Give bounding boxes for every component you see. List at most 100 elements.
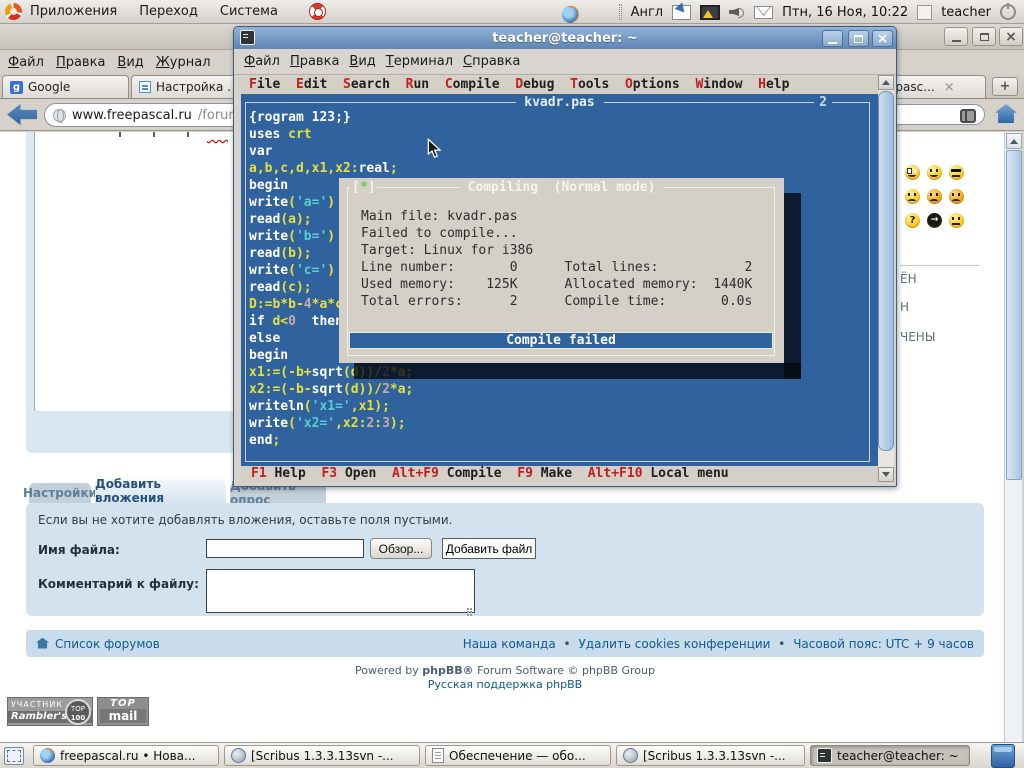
browse-button[interactable]: Обзор...	[370, 538, 432, 559]
status-make[interactable]: F9 Make	[517, 466, 572, 481]
smiley-arrow-icon[interactable]	[927, 213, 942, 228]
ide-menu-search[interactable]: Search	[343, 77, 390, 92]
clock[interactable]: Птн, 16 Ноя, 10:22	[782, 5, 908, 20]
comment-textarea[interactable]	[206, 569, 475, 613]
user-switcher-icon[interactable]	[917, 5, 932, 20]
terminal-scrollbar[interactable]	[878, 75, 894, 482]
divider	[900, 265, 980, 266]
terminal-menu-Вид[interactable]: Вид	[349, 54, 375, 69]
firefox-launcher-icon[interactable]	[562, 6, 579, 23]
user-name[interactable]: teacher	[941, 5, 991, 20]
rambler-top100-badge[interactable]: УЧАСТНИК Rambler's TOP100	[7, 697, 93, 726]
terminal-maximize-button[interactable]	[848, 30, 869, 47]
terminal-menu-Справка[interactable]: Справка	[463, 54, 520, 69]
ide-menu-tools[interactable]: Tools	[570, 77, 609, 92]
maximize-icon	[854, 35, 863, 43]
keyboard-layout-indicator[interactable]: Англ	[631, 5, 664, 20]
ide-menu-file[interactable]: File	[249, 77, 280, 92]
ide-menu-window[interactable]: Window	[695, 77, 742, 92]
firefox-minimize-button[interactable]	[944, 27, 968, 46]
remote-desktop-icon[interactable]	[672, 5, 691, 20]
volume-icon[interactable]	[729, 5, 745, 19]
smiley-mad-icon[interactable]	[905, 189, 920, 204]
trash-icon[interactable]	[991, 744, 1015, 768]
forum-list-link[interactable]: Список форумов	[55, 637, 160, 651]
terminal-menu-Файл[interactable]: Файл	[244, 54, 280, 69]
dialog-marker[interactable]: [*]	[350, 180, 377, 195]
terminal-menu-Правка[interactable]: Правка	[290, 54, 339, 69]
tab-google[interactable]: g Google	[2, 75, 129, 98]
team-link[interactable]: Наша команда	[463, 637, 556, 651]
ide-menu-run[interactable]: Run	[406, 77, 429, 92]
taskbar-button[interactable]: Обеспечение — обо...	[425, 745, 611, 766]
ide-menu-edit[interactable]: Edit	[296, 77, 327, 92]
scrollbar-thumb[interactable]	[1006, 150, 1022, 480]
panel-menu-Система[interactable]: Система	[220, 4, 278, 19]
status-open[interactable]: F3 Open	[321, 466, 376, 481]
close-tab-icon[interactable]: ×	[944, 80, 955, 95]
page-scrollbar[interactable]	[1004, 132, 1022, 762]
add-file-button[interactable]: Добавить файл	[442, 538, 536, 559]
smiley-eek-icon[interactable]	[905, 165, 920, 180]
ide-menu-compile[interactable]: Compile	[445, 77, 500, 92]
terminal-close-button[interactable]	[872, 30, 893, 47]
terminal-titlebar[interactable]: teacher@teacher: ~	[234, 27, 896, 49]
smiley-evil-icon[interactable]	[927, 189, 942, 204]
smiley-neutral-icon[interactable]	[949, 213, 964, 228]
code-line: uses crt	[249, 126, 413, 143]
firefox-menu-Журнал[interactable]: Журнал	[156, 55, 211, 70]
panel-menu-Переход[interactable]: Переход	[139, 4, 198, 19]
firefox-close-button[interactable]	[999, 27, 1023, 46]
smiley-question-icon[interactable]	[905, 213, 920, 228]
firefox-menu-Вид[interactable]: Вид	[117, 55, 143, 70]
taskbar-button[interactable]: teacher@teacher: ~	[810, 745, 970, 766]
editor-window-number: 2	[814, 95, 832, 110]
ide-menu-options[interactable]: Options	[625, 77, 680, 92]
terminal-menu-Терминал[interactable]: Терминал	[386, 54, 453, 69]
scroll-up-button[interactable]	[878, 75, 894, 90]
desktop: ФайлПравкаВидЖурнал g Google Настройка .…	[0, 0, 1024, 768]
terminal-minimize-button[interactable]	[822, 30, 843, 47]
forum-home-icon	[36, 638, 49, 649]
new-tab-button[interactable]: +	[992, 77, 1018, 96]
scroll-down-button[interactable]	[878, 467, 894, 482]
show-desktop-button[interactable]	[4, 747, 24, 765]
ide-editor[interactable]: kvadr.pas 2 {rogram 123;}uses crtvara,b,…	[241, 94, 878, 466]
firefox-maximize-button[interactable]	[972, 27, 996, 46]
firefox-menu-Правка[interactable]: Правка	[56, 55, 105, 70]
ide-statusbar: F1 Help F3 Open Alt+F9 Compile F9 Make Alt+F…	[241, 466, 878, 482]
terminal-screen[interactable]: File Edit Search Run Compile Debug Tools Option…	[241, 75, 878, 482]
ide-menu-debug[interactable]: Debug	[515, 77, 554, 92]
status-compile[interactable]: Alt+F9 Compile	[392, 466, 502, 481]
taskbar-button[interactable]: freepascal.ru • Нова...	[33, 745, 219, 766]
delete-cookies-link[interactable]: Удалить cookies конференции	[578, 637, 770, 651]
display-warning-icon[interactable]	[700, 5, 720, 20]
ubuntu-logo-icon[interactable]	[5, 3, 22, 20]
top-mail-badge[interactable]: TOP mail	[97, 697, 149, 726]
taskbar-button[interactable]: [Scribus 1.3.3.13svn -...	[616, 745, 805, 766]
status-local-menu[interactable]: Alt+F10 Local menu	[588, 466, 729, 481]
resize-grip[interactable]	[464, 602, 472, 610]
ide-menu-help[interactable]: Help	[758, 77, 789, 92]
panel-menu-Приложения[interactable]: Приложения	[30, 4, 117, 19]
taskbar-button[interactable]: [Scribus 1.3.3.13svn -...	[224, 745, 420, 766]
smiley-cool-icon[interactable]	[949, 165, 964, 180]
filename-input[interactable]	[206, 539, 364, 558]
mail-icon[interactable]	[754, 6, 773, 19]
phpbb-support-link[interactable]: Русская поддержка phpBB	[26, 678, 984, 691]
power-icon[interactable]	[1000, 4, 1016, 20]
scrollbar-thumb[interactable]	[878, 91, 894, 451]
compile-failed-button[interactable]: Compile failed	[349, 332, 773, 349]
tab-nastroiki[interactable]: Настройки	[29, 483, 91, 503]
scroll-up-button[interactable]	[1006, 133, 1022, 149]
smiley-twisted-icon[interactable]	[949, 189, 964, 204]
smiley-smile-icon[interactable]	[927, 165, 942, 180]
status-help[interactable]: F1 Help	[251, 466, 306, 481]
firefox-menu-Файл[interactable]: Файл	[8, 55, 44, 70]
applet-handle[interactable]	[619, 4, 622, 20]
back-button[interactable]	[7, 103, 37, 126]
partial-text	[119, 132, 199, 137]
home-button[interactable]	[995, 104, 1017, 123]
help-icon[interactable]	[309, 3, 326, 20]
tab-add-attachments[interactable]: Добавить вложения	[95, 479, 226, 503]
